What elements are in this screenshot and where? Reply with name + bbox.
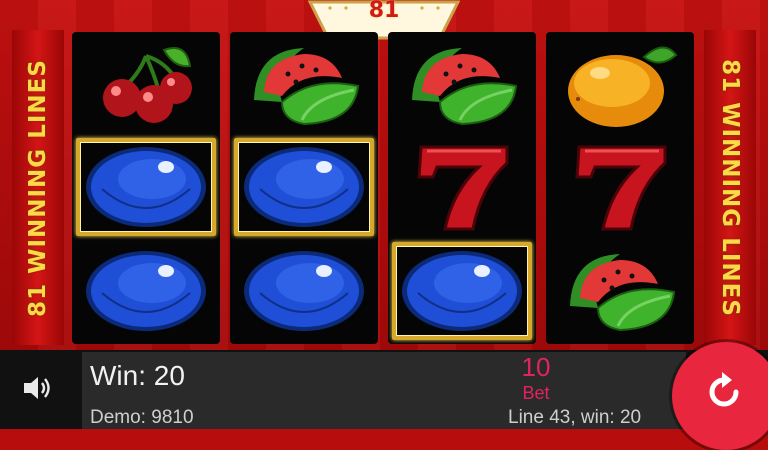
reel-2-row-1-watermelon-symbol [234, 36, 374, 134]
watermelon-icon [400, 40, 524, 130]
spin-button[interactable] [672, 342, 768, 450]
reel-2-row-3-blue-plum-symbol [234, 242, 374, 340]
reel-4-row-2-seven-symbol [550, 138, 690, 236]
orange-icon [560, 39, 680, 131]
logo-text: 81 [368, 0, 400, 23]
reel-3-row-3-blue-plum-symbol [392, 242, 532, 340]
watermelon-icon [242, 40, 366, 130]
line-win-info: Line 43, win: 20 [508, 407, 642, 428]
bet-label[interactable]: Bet [507, 383, 565, 404]
watermelon-icon [558, 246, 682, 336]
left-banner-text: 81 WINNING LINES [25, 58, 51, 317]
right-banner-text: 81 WINNING LINES [717, 58, 743, 317]
sound-toggle-button[interactable] [20, 370, 56, 406]
win-value: 20 [153, 360, 185, 391]
left-winning-lines-banner: 81 WINNING LINES [12, 30, 64, 345]
right-winning-lines-banner: 81 WINNING LINES [704, 30, 756, 345]
speaker-icon [24, 377, 50, 399]
bet-value[interactable]: 10 [507, 352, 565, 383]
spin-icon [709, 372, 739, 407]
demo-balance: Demo: 9810 [90, 407, 194, 429]
seven-icon [565, 141, 675, 233]
reel-4-row-1-orange-symbol [550, 36, 690, 134]
blue-plum-icon [82, 247, 210, 335]
seven-icon [407, 141, 517, 233]
reel-1-row-2-blue-plum-symbol [76, 138, 216, 236]
reel-2-row-2-blue-plum-symbol [234, 138, 374, 236]
blue-plum-icon [398, 247, 526, 335]
reel-3-row-2-seven-symbol [392, 138, 532, 236]
win-label: Win: [90, 360, 146, 391]
reel-3-row-1-watermelon-symbol [392, 36, 532, 134]
demo-label: Demo: [90, 407, 146, 428]
demo-value: 9810 [151, 407, 194, 428]
reel-1-row-1-cherries-symbol [76, 36, 216, 134]
win-display: Win: 20 [90, 360, 185, 392]
reel-1-row-3-blue-plum-symbol [76, 242, 216, 340]
cherries-icon [86, 40, 206, 130]
blue-plum-icon [240, 247, 368, 335]
blue-plum-icon [82, 143, 210, 231]
reel-4-row-3-watermelon-symbol [550, 242, 690, 340]
blue-plum-icon [240, 143, 368, 231]
